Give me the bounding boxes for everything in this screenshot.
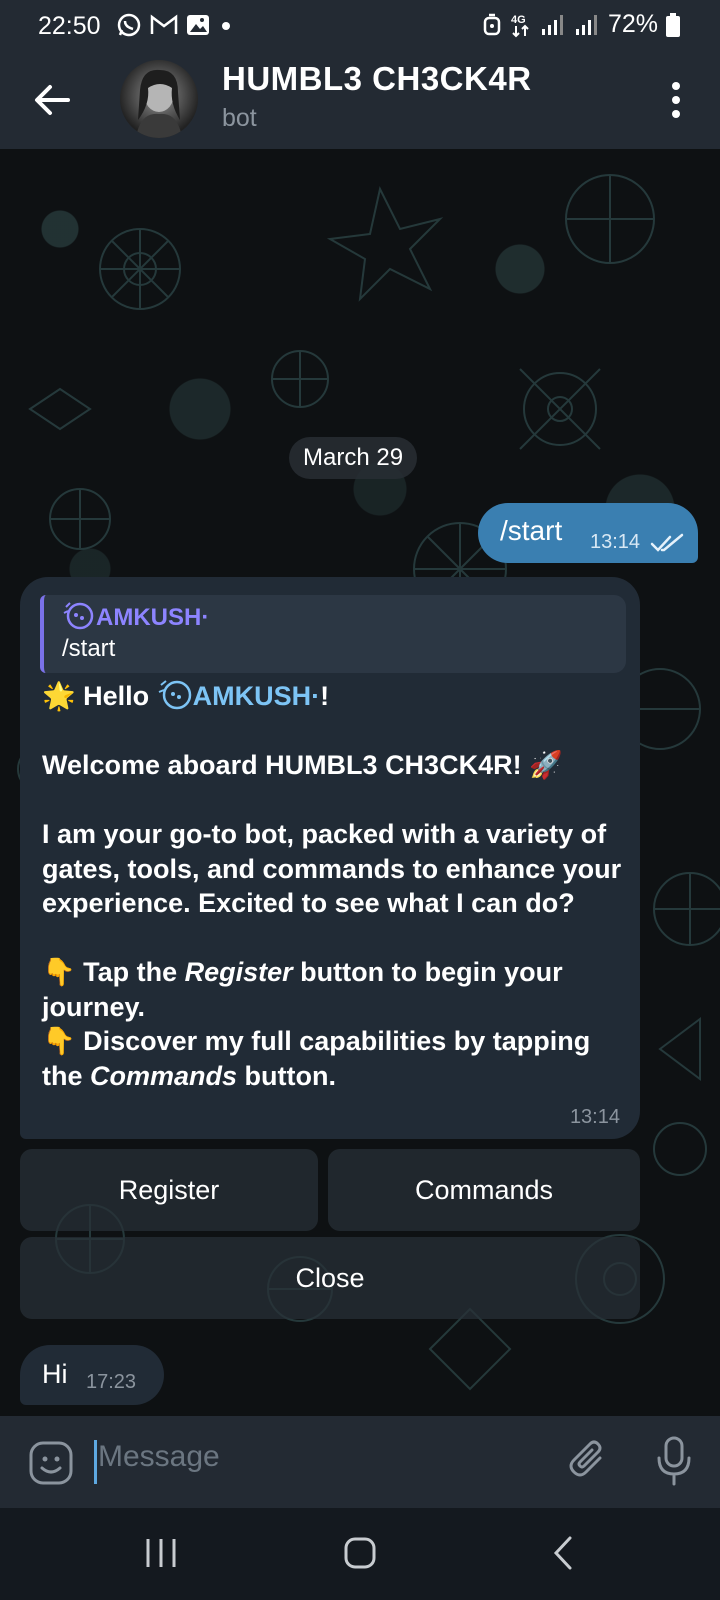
chat-header: HUMBL3 CH3CK4R bot [0,52,720,149]
welcome-line: Welcome aboard HUMBL3 CH3CK4R! 🚀 [42,750,563,780]
signal-icon [541,14,563,35]
network-4g-icon: 4G [511,14,529,37]
commands-hint-emphasis: Commands [90,1060,238,1091]
back-icon[interactable] [540,1530,590,1576]
reply-author-name: AMKUSH· [96,604,210,631]
message-input[interactable]: Message [98,1440,220,1474]
more-vert-icon[interactable] [668,80,684,120]
whatsapp-icon [117,13,141,37]
commands-button[interactable]: Commands [328,1149,640,1231]
attach-icon[interactable] [566,1438,612,1484]
gmail-icon [150,14,178,34]
signal-icon [575,14,597,35]
register-button[interactable]: Register [20,1149,318,1231]
incoming-message[interactable]: Hi 17:23 [20,1345,164,1405]
greeting-suffix: ! [320,681,330,711]
notification-icons [116,12,234,38]
microphone-icon[interactable] [654,1436,694,1486]
commands-hint-suffix: button. [237,1060,337,1091]
message-time: 17:23 [86,1371,137,1393]
system-navigation-bar [0,1508,720,1600]
chat-area[interactable]: March 29 /start 13:14 AMKUSH· /start 🌟 H… [0,149,720,1416]
user-mention[interactable]: AMKUSH· [157,680,321,711]
intro-paragraph: I am your go-to bot, packed with a varie… [42,819,622,918]
bot-message[interactable]: AMKUSH· /start 🌟 Hello AMKUSH·! Welcome … [20,577,640,1139]
register-hint-prefix: 👇 Tap the [42,957,185,987]
gallery-icon [187,15,209,35]
chat-subtitle: bot [222,104,257,132]
message-text: Hi [42,1359,68,1389]
register-hint-emphasis: Register [184,957,293,987]
message-input-bar: Message [0,1416,720,1508]
dot-icon [222,22,230,30]
reply-author: AMKUSH· [62,601,209,632]
reply-quote[interactable]: AMKUSH· /start [40,595,626,673]
sticker-emoji-icon[interactable] [28,1440,74,1486]
svg-text:4G: 4G [511,14,526,26]
home-icon[interactable] [335,1530,385,1576]
close-button[interactable]: Close [20,1237,640,1319]
date-separator: March 29 [289,437,418,479]
user-emblem-icon [63,602,94,630]
system-icons: 4G 72% [482,10,680,39]
message-text: /start [500,515,563,546]
message-time: 13:14 [569,1106,620,1128]
text-cursor [94,1440,97,1484]
avatar[interactable] [120,60,198,138]
battery-icon [666,12,680,37]
status-time: 22:50 [38,12,101,40]
outgoing-message[interactable]: /start 13:14 [478,503,698,563]
double-check-icon [650,533,684,552]
user-emblem-icon [158,680,191,710]
chat-title[interactable]: HUMBL3 CH3CK4R [222,60,532,98]
status-bar: 22:50 4G 72% [0,0,720,52]
reply-text: /start [62,635,116,662]
mention-name: AMKUSH· [192,681,321,711]
message-body: 🌟 Hello AMKUSH·! Welcome aboard HUMBL3 C… [42,679,622,1093]
back-arrow-icon[interactable] [30,78,74,122]
battery-percent: 72% [607,10,658,38]
avatar-image [136,69,182,138]
alarm-icon [483,13,501,35]
message-time: 13:14 [590,531,641,553]
greeting-text: 🌟 Hello [42,681,157,711]
recent-apps-icon[interactable] [136,1530,186,1576]
